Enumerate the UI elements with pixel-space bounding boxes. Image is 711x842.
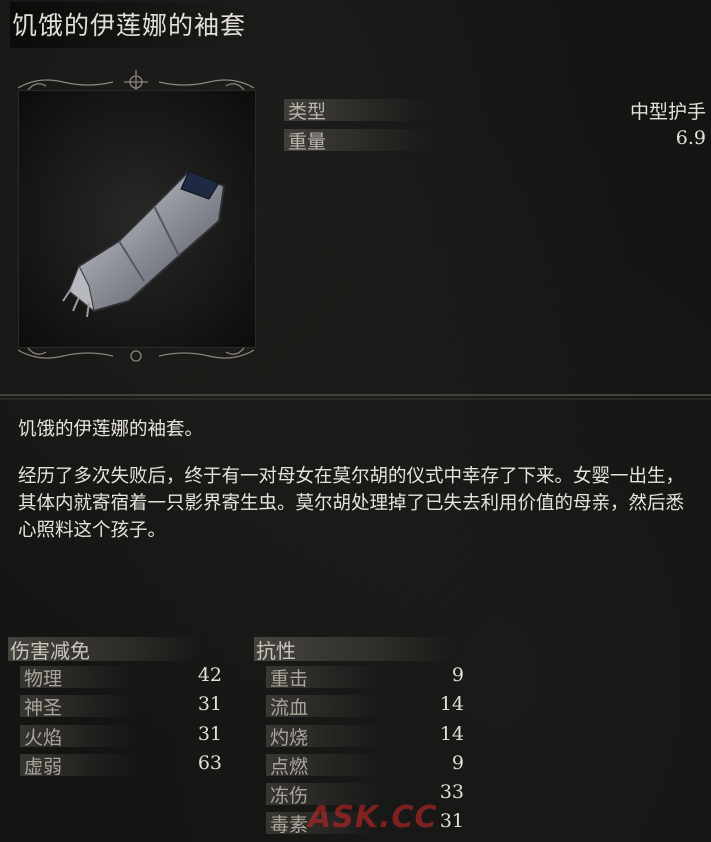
damage-negation-table: 伤害减免 物理 42 神圣 31 火焰 31 虚弱 63 xyxy=(8,634,228,779)
row-value: 31 xyxy=(439,810,464,833)
stat-type-label: 类型 xyxy=(288,101,327,123)
table-row: 点燃 9 xyxy=(254,750,470,779)
row-label: 流血 xyxy=(270,697,309,720)
table-row: 火焰 31 xyxy=(8,721,228,750)
damage-negation-header: 伤害减免 xyxy=(8,634,228,663)
row-value: 63 xyxy=(197,751,222,774)
row-label: 重击 xyxy=(270,668,309,690)
row-value: 9 xyxy=(451,751,464,774)
resistance-header: 抗性 xyxy=(254,634,470,663)
table-row: 重击 9 xyxy=(254,662,470,691)
row-label: 毒素 xyxy=(270,814,309,837)
table-row: 虚弱 63 xyxy=(8,750,228,779)
stat-weight: 重量 6.9 xyxy=(284,126,710,154)
row-value: 33 xyxy=(439,781,464,804)
row-value: 9 xyxy=(451,664,464,686)
gauntlet-icon xyxy=(62,169,226,318)
row-label: 物理 xyxy=(24,668,63,690)
row-value: 14 xyxy=(439,722,464,745)
item-image-frame xyxy=(8,68,264,370)
item-image-bg xyxy=(18,90,256,348)
item-title: 饥饿的伊莲娜的袖套 xyxy=(10,2,255,48)
resistance-title: 抗性 xyxy=(256,639,296,663)
row-label: 火焰 xyxy=(24,726,63,749)
row-value: 31 xyxy=(197,693,222,716)
stat-weight-label: 重量 xyxy=(288,131,327,153)
table-row: 物理 42 xyxy=(8,662,228,691)
section-divider xyxy=(0,394,711,400)
watermark: ASK.CC xyxy=(308,800,438,835)
row-value: 42 xyxy=(197,664,222,686)
description-line-2: 经历了多次失败后，终于有一对母女在莫尔胡的仪式中幸存了下来。女婴一出生，其体内就… xyxy=(18,466,685,541)
stat-type: 类型 中型护手 xyxy=(284,96,710,124)
description-line-1: 饥饿的伊莲娜的袖套。 xyxy=(18,419,204,440)
row-label: 虚弱 xyxy=(24,755,63,778)
table-row: 灼烧 14 xyxy=(254,721,470,750)
stat-type-value: 中型护手 xyxy=(629,101,706,123)
row-label: 冻伤 xyxy=(270,785,309,808)
frame-ornament-bottom xyxy=(17,347,255,362)
row-label: 灼烧 xyxy=(270,726,309,749)
row-label: 神圣 xyxy=(24,697,63,720)
row-value: 31 xyxy=(197,722,222,745)
row-label: 点燃 xyxy=(270,755,309,778)
table-row: 神圣 31 xyxy=(8,691,228,720)
damage-negation-title: 伤害减免 xyxy=(10,639,90,663)
row-value: 14 xyxy=(439,693,464,716)
stat-weight-value: 6.9 xyxy=(675,127,706,149)
item-description: 饥饿的伊莲娜的袖套。 经历了多次失败后，终于有一对母女在莫尔胡的仪式中幸存了下来… xyxy=(18,416,702,564)
table-row: 流血 14 xyxy=(254,691,470,720)
